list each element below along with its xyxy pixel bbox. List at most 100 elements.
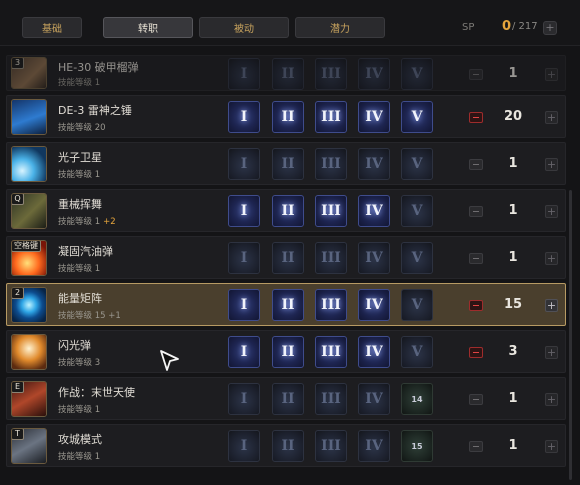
decrease-button[interactable] xyxy=(469,69,483,80)
tier-button[interactable]: IV xyxy=(358,430,390,462)
skill-level: 技能等级 1 xyxy=(58,168,100,180)
tier-button[interactable]: IV xyxy=(358,195,390,227)
skill-name: 攻城模式 xyxy=(58,433,102,446)
napalm-icon[interactable]: 空格键 xyxy=(11,240,47,276)
tier-button[interactable]: V xyxy=(401,101,433,133)
skill-points-value: 1 xyxy=(508,66,518,81)
tier-button[interactable]: II xyxy=(272,58,304,90)
sp-add-button[interactable]: + xyxy=(543,21,557,35)
siege-mode-icon[interactable]: T xyxy=(11,428,47,464)
tier-button[interactable]: II xyxy=(272,430,304,462)
tier-button[interactable]: II xyxy=(272,148,304,180)
skill-row[interactable]: DE-3 雷神之锤 技能等级 20 I II III IV V 20 + xyxy=(6,95,566,138)
tier-button[interactable]: IV xyxy=(358,289,390,321)
tier-button[interactable]: I xyxy=(228,242,260,274)
tier-button[interactable]: III xyxy=(315,430,347,462)
thor-hammer-icon[interactable] xyxy=(11,99,47,135)
skill-row[interactable]: T 攻城模式 技能等级 1 I II III IV 15 1 + xyxy=(6,424,566,467)
skill-level: 技能等级 20 xyxy=(58,121,106,133)
tier-button[interactable]: III xyxy=(315,336,347,368)
energy-matrix-icon[interactable]: 2 xyxy=(11,287,47,323)
increase-button[interactable]: + xyxy=(545,205,558,218)
skill-row[interactable]: E 作战：末世天使 技能等级 1 I II III IV 14 1 + xyxy=(6,377,566,420)
skill-name: DE-3 雷神之锤 xyxy=(58,104,132,117)
tier-button[interactable]: IV xyxy=(358,336,390,368)
tier-button[interactable]: V xyxy=(401,148,433,180)
skill-row[interactable]: 光子卫星 技能等级 1 I II III IV V 1 + xyxy=(6,142,566,185)
tier-button[interactable]: II xyxy=(272,195,304,227)
tier-button[interactable]: III xyxy=(315,148,347,180)
tier-button[interactable]: V xyxy=(401,289,433,321)
tier-button[interactable]: 14 xyxy=(401,383,433,415)
tier-button[interactable]: I xyxy=(228,58,260,90)
increase-button[interactable]: + xyxy=(545,440,558,453)
increase-button[interactable]: + xyxy=(545,346,558,359)
tab-passive[interactable]: 被动 xyxy=(199,17,289,38)
tier-button[interactable]: II xyxy=(272,336,304,368)
tier-button[interactable]: IV xyxy=(358,58,390,90)
decrease-button[interactable] xyxy=(469,394,483,405)
tab-potential[interactable]: 潜力 xyxy=(295,17,385,38)
tier-button[interactable]: I xyxy=(228,101,260,133)
decrease-button[interactable] xyxy=(469,253,483,264)
skill-row[interactable]: Q 重械挥舞 技能等级 1 +2 I II III IV V 1 + xyxy=(6,189,566,232)
top-bar: 基础 转职 被动 潜力 SP 0 / 217 + xyxy=(0,0,580,46)
tier-button[interactable]: IV xyxy=(358,148,390,180)
tier-button[interactable]: V xyxy=(401,58,433,90)
increase-button[interactable]: + xyxy=(545,393,558,406)
decrease-button[interactable] xyxy=(469,206,483,217)
skill-row[interactable]: 2 能量矩阵 技能等级 15 +1 I II III IV V 15 + xyxy=(6,283,566,326)
tier-button[interactable]: V xyxy=(401,242,433,274)
skill-points-value: 1 xyxy=(508,438,518,453)
tier-button[interactable]: II xyxy=(272,383,304,415)
decrease-button[interactable] xyxy=(469,300,483,311)
tier-button[interactable]: V xyxy=(401,336,433,368)
tier-button[interactable]: I xyxy=(228,148,260,180)
skill-icon-art xyxy=(12,147,46,181)
hotkey-badge: 3 xyxy=(12,58,24,69)
tier-button[interactable]: 15 xyxy=(401,430,433,462)
skill-level-text: 技能等级 20 xyxy=(58,123,106,133)
tier-button[interactable]: I xyxy=(228,383,260,415)
tab-basic[interactable]: 基础 xyxy=(22,17,82,38)
heavy-weapon-icon[interactable]: Q xyxy=(11,193,47,229)
tier-button[interactable]: IV xyxy=(358,242,390,274)
decrease-button[interactable] xyxy=(469,159,483,170)
tier-button[interactable]: III xyxy=(315,383,347,415)
satellite-icon[interactable] xyxy=(11,146,47,182)
tier-button[interactable]: I xyxy=(228,430,260,462)
tier-button[interactable]: IV xyxy=(358,383,390,415)
decrease-button[interactable] xyxy=(469,441,483,452)
skill-row[interactable]: 闪光弹 技能等级 3 I II III IV V 3 + xyxy=(6,330,566,373)
apocalypse-angel-icon[interactable]: E xyxy=(11,381,47,417)
increase-button[interactable]: + xyxy=(545,158,558,171)
increase-button[interactable]: + xyxy=(545,68,558,81)
decrease-button[interactable] xyxy=(469,112,483,123)
skill-points-value: 1 xyxy=(508,156,518,171)
tier-button[interactable]: II xyxy=(272,242,304,274)
scrollbar[interactable] xyxy=(569,190,572,480)
skill-row[interactable]: 空格键 凝固汽油弹 技能等级 1 I II III IV V 1 + xyxy=(6,236,566,279)
flashbang-icon[interactable] xyxy=(11,334,47,370)
tier-button[interactable]: I xyxy=(228,289,260,321)
tier-button[interactable]: III xyxy=(315,195,347,227)
grenade-icon[interactable]: 3 xyxy=(11,57,47,89)
skill-name: 光子卫星 xyxy=(58,151,102,164)
skill-row[interactable]: 3 HE-30 破甲榴弹 技能等级 1 I II III IV V 1 + xyxy=(6,55,566,91)
increase-button[interactable]: + xyxy=(545,252,558,265)
tier-button[interactable]: IV xyxy=(358,101,390,133)
tier-button[interactable]: II xyxy=(272,101,304,133)
tier-button[interactable]: III xyxy=(315,58,347,90)
increase-button[interactable]: + xyxy=(545,111,558,124)
skill-level: 技能等级 15 +1 xyxy=(58,309,121,321)
tier-button[interactable]: III xyxy=(315,101,347,133)
tier-button[interactable]: I xyxy=(228,195,260,227)
tier-button[interactable]: II xyxy=(272,289,304,321)
tier-button[interactable]: I xyxy=(228,336,260,368)
tier-button[interactable]: V xyxy=(401,195,433,227)
tier-button[interactable]: III xyxy=(315,242,347,274)
tab-job-advance[interactable]: 转职 xyxy=(103,17,193,38)
increase-button[interactable]: + xyxy=(545,299,558,312)
tier-button[interactable]: III xyxy=(315,289,347,321)
decrease-button[interactable] xyxy=(469,347,483,358)
